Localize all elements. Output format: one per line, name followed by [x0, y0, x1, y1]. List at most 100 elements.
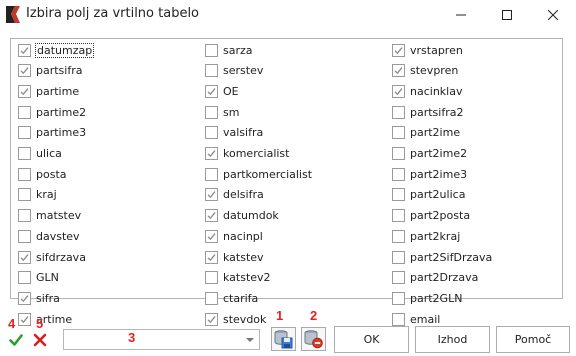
- field-item[interactable]: datumdok: [205, 207, 279, 225]
- save-layout-button[interactable]: [271, 327, 296, 351]
- delete-layout-button[interactable]: [301, 327, 326, 351]
- field-item[interactable]: ulica: [18, 145, 62, 163]
- field-item[interactable]: ctarifa: [205, 289, 258, 307]
- field-item[interactable]: datumzap: [18, 41, 95, 59]
- field-item[interactable]: part2GLN: [392, 289, 462, 307]
- field-item[interactable]: valsifra: [205, 124, 263, 142]
- field-item[interactable]: nacinpl: [205, 227, 263, 245]
- field-item[interactable]: sm: [205, 103, 239, 121]
- layout-combo[interactable]: [63, 329, 260, 350]
- field-checkbox[interactable]: [392, 64, 405, 78]
- field-checkbox[interactable]: [205, 64, 218, 78]
- field-item[interactable]: nacinklav: [392, 82, 462, 100]
- field-checkbox[interactable]: [392, 147, 405, 160]
- field-item[interactable]: part2Drzava: [392, 269, 478, 287]
- field-item[interactable]: serstev: [205, 62, 263, 80]
- field-checkbox[interactable]: [18, 271, 31, 285]
- field-checkbox[interactable]: [205, 229, 218, 243]
- field-label: part2SifDrzava: [410, 250, 493, 264]
- green-check-icon[interactable]: [9, 333, 23, 347]
- field-checkbox[interactable]: [205, 250, 218, 264]
- field-item[interactable]: partime: [18, 82, 79, 100]
- field-item[interactable]: katstev2: [205, 269, 271, 287]
- field-item[interactable]: davstev: [18, 227, 80, 245]
- field-checkbox[interactable]: [392, 167, 405, 181]
- field-checkbox[interactable]: [392, 126, 405, 140]
- field-checkbox[interactable]: [18, 250, 31, 264]
- field-checkbox[interactable]: [205, 271, 218, 285]
- field-item[interactable]: partkomercialist: [205, 165, 312, 183]
- ok-button[interactable]: OK: [334, 326, 409, 353]
- field-item[interactable]: part2ime3: [392, 165, 467, 183]
- field-checkbox[interactable]: [392, 43, 405, 57]
- field-checkbox[interactable]: [205, 291, 218, 305]
- field-checkbox[interactable]: [205, 312, 218, 326]
- field-item[interactable]: part2posta: [392, 207, 470, 225]
- field-checkbox[interactable]: [392, 271, 405, 285]
- field-checkbox[interactable]: [18, 43, 31, 57]
- minimize-button[interactable]: [438, 0, 484, 30]
- field-checkbox[interactable]: [18, 64, 31, 78]
- field-checkbox[interactable]: [392, 188, 405, 202]
- field-checkbox[interactable]: [392, 312, 405, 326]
- field-item[interactable]: matstev: [18, 207, 81, 225]
- chevron-down-icon[interactable]: [246, 338, 254, 342]
- field-item[interactable]: part2kraj: [392, 227, 460, 245]
- field-checkbox[interactable]: [392, 105, 405, 119]
- field-checkbox[interactable]: [18, 312, 31, 326]
- field-checkbox[interactable]: [392, 291, 405, 305]
- field-checkbox[interactable]: [18, 126, 31, 140]
- annotation-3: 3: [128, 330, 136, 345]
- field-checkbox[interactable]: [18, 147, 31, 160]
- field-checkbox[interactable]: [18, 291, 31, 305]
- field-item[interactable]: katstev: [205, 248, 264, 266]
- field-label: partsifra2: [410, 105, 464, 119]
- field-checkbox[interactable]: [392, 250, 405, 264]
- field-checkbox[interactable]: [205, 209, 218, 223]
- maximize-button[interactable]: [484, 0, 530, 30]
- field-checkbox[interactable]: [18, 167, 31, 181]
- field-item[interactable]: OE: [205, 82, 239, 100]
- field-checkbox[interactable]: [205, 43, 218, 57]
- field-item[interactable]: GLN: [18, 269, 59, 287]
- annotation-4: 4: [8, 316, 16, 331]
- field-item[interactable]: part2ulica: [392, 186, 465, 204]
- field-item[interactable]: partsifra: [18, 62, 82, 80]
- field-item[interactable]: stevdok: [205, 310, 266, 328]
- field-item[interactable]: partsifra2: [392, 103, 463, 121]
- field-checkbox[interactable]: [18, 84, 31, 98]
- field-checkbox[interactable]: [392, 84, 405, 98]
- field-checkbox[interactable]: [392, 229, 405, 243]
- field-checkbox[interactable]: [205, 188, 218, 202]
- field-item[interactable]: sarza: [205, 41, 253, 59]
- field-item[interactable]: artime: [18, 310, 72, 328]
- close-button[interactable]: [530, 0, 576, 30]
- field-checkbox[interactable]: [205, 147, 218, 160]
- field-item[interactable]: stevpren: [392, 62, 458, 80]
- field-checkbox[interactable]: [205, 167, 218, 181]
- field-item[interactable]: sifdrzava: [18, 248, 86, 266]
- red-x-icon[interactable]: [33, 333, 47, 347]
- field-item[interactable]: partime2: [18, 103, 86, 121]
- field-item[interactable]: posta: [18, 165, 67, 183]
- field-item[interactable]: part2ime2: [392, 145, 467, 163]
- help-button[interactable]: Pomoč: [496, 326, 570, 353]
- field-item[interactable]: part2ime: [392, 124, 460, 142]
- exit-button[interactable]: Izhod: [415, 326, 490, 353]
- field-item[interactable]: komercialist: [205, 145, 289, 163]
- field-item[interactable]: partime3: [18, 124, 86, 142]
- field-checkbox[interactable]: [18, 188, 31, 202]
- field-item[interactable]: sifra: [18, 289, 60, 307]
- field-item[interactable]: delsifra: [205, 186, 264, 204]
- field-label: valsifra: [223, 126, 264, 140]
- field-checkbox[interactable]: [205, 105, 218, 119]
- field-checkbox[interactable]: [18, 229, 31, 243]
- field-checkbox[interactable]: [205, 126, 218, 140]
- field-checkbox[interactable]: [205, 84, 218, 98]
- field-item[interactable]: kraj: [18, 186, 57, 204]
- field-item[interactable]: part2SifDrzava: [392, 248, 492, 266]
- field-item[interactable]: vrstapren: [392, 41, 463, 59]
- field-checkbox[interactable]: [18, 105, 31, 119]
- field-checkbox[interactable]: [18, 209, 31, 223]
- field-checkbox[interactable]: [392, 209, 405, 223]
